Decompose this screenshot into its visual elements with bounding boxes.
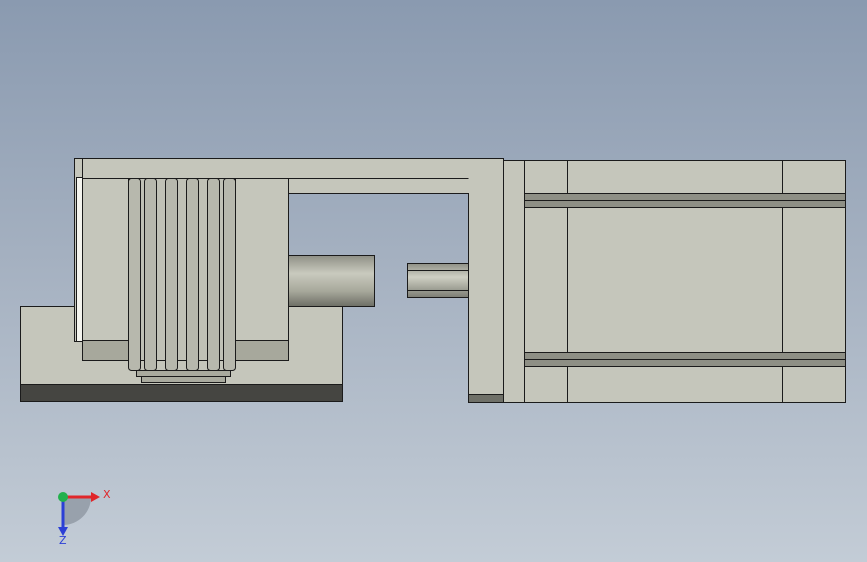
- z-axis-label: Z: [59, 534, 67, 547]
- cad-viewport[interactable]: X Z: [0, 0, 867, 562]
- triad-plane-shade: [63, 497, 91, 525]
- motor-assembly-model[interactable]: X Z: [0, 0, 867, 562]
- output-shaft[interactable]: [288, 255, 375, 307]
- x-axis-label: X: [103, 488, 111, 501]
- y-axis-dot: [58, 492, 68, 502]
- gear-housing[interactable]: [76, 177, 289, 361]
- axis-triad[interactable]: X Z: [58, 488, 111, 547]
- servo-motor-body[interactable]: [503, 160, 846, 403]
- housing-feet: [136, 370, 231, 383]
- motor-shaft[interactable]: [407, 263, 469, 298]
- x-axis-arrowhead: [91, 492, 100, 502]
